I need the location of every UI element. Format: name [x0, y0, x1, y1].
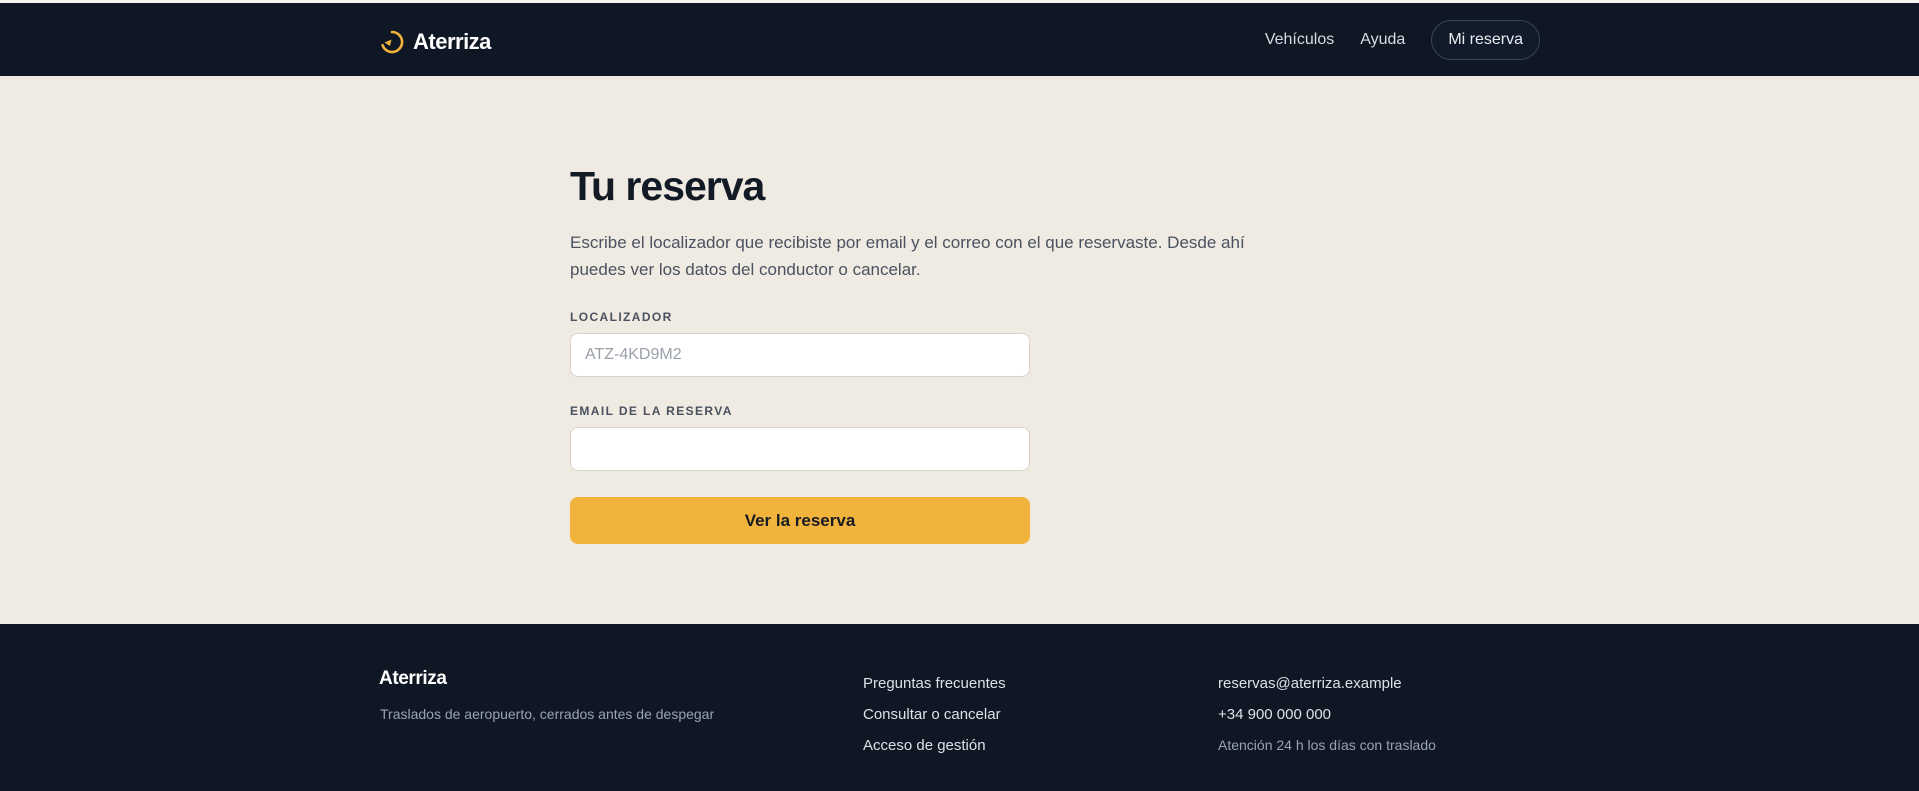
- brand-logo-icon: [381, 30, 404, 54]
- footer-phone[interactable]: +34 900 000 000: [1218, 699, 1436, 730]
- page-description: Escribe el localizador que recibiste por…: [570, 233, 1245, 279]
- footer-email[interactable]: reservas@aterriza.example: [1218, 668, 1436, 699]
- booking-lookup-section: Tu reserva Escribe el localizador que re…: [0, 76, 1919, 624]
- nav-vehicles-link[interactable]: Vehículos: [1265, 31, 1334, 49]
- footer-contact: reservas@aterriza.example +34 900 000 00…: [1218, 668, 1436, 761]
- locator-label: LOCALIZADOR: [570, 310, 673, 324]
- main-nav: Vehículos Ayuda Mi reserva: [1265, 20, 1540, 60]
- brand-name: Aterriza: [413, 29, 491, 54]
- nav-help-link[interactable]: Ayuda: [1360, 31, 1405, 49]
- footer-brand: Aterriza: [379, 668, 447, 689]
- email-input[interactable]: [570, 427, 1030, 471]
- site-header: Aterriza Vehículos Ayuda Mi reserva: [0, 3, 1919, 76]
- site-footer: Aterriza Traslados de aeropuerto, cerrad…: [0, 624, 1919, 791]
- footer-link-management[interactable]: Acceso de gestión: [863, 730, 1006, 761]
- footer-link-check-cancel[interactable]: Consultar o cancelar: [863, 699, 1006, 730]
- footer-links: Preguntas frecuentes Consultar o cancela…: [863, 668, 1006, 761]
- footer-hours: Atención 24 h los días con traslado: [1218, 737, 1436, 753]
- my-booking-button[interactable]: Mi reserva: [1431, 20, 1540, 60]
- email-label: EMAIL DE LA RESERVA: [570, 404, 733, 418]
- page-title: Tu reserva: [570, 163, 765, 209]
- view-booking-button[interactable]: Ver la reserva: [570, 497, 1030, 544]
- booking-lookup-form: Tu reserva Escribe el localizador que re…: [570, 161, 1270, 544]
- footer-tagline: Traslados de aeropuerto, cerrados antes …: [380, 706, 715, 722]
- footer-link-faq[interactable]: Preguntas frecuentes: [863, 668, 1006, 699]
- brand-link[interactable]: Aterriza: [379, 27, 491, 57]
- locator-input[interactable]: [570, 333, 1030, 377]
